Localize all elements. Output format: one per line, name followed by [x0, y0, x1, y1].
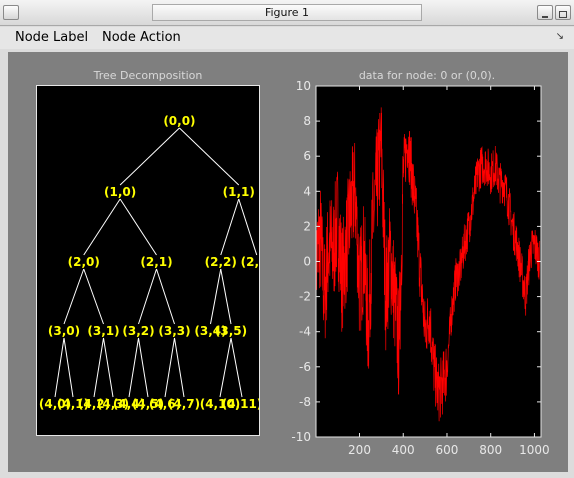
x-tick-label: 200	[348, 443, 371, 457]
x-tick-label: 400	[392, 443, 415, 457]
y-tick-label: -8	[299, 395, 311, 409]
y-tick-label: -4	[299, 325, 311, 339]
y-tick-label: -6	[299, 360, 311, 374]
y-tick-label: 6	[303, 149, 311, 163]
y-tick-label: 0	[303, 255, 311, 269]
y-tick-label: 4	[303, 184, 311, 198]
y-tick-label: 10	[296, 79, 311, 93]
plot-title: data for node: 0 or (0,0).	[359, 69, 495, 82]
y-tick-label: 2	[303, 219, 311, 233]
x-tick-label: 800	[479, 443, 502, 457]
y-tick-label: -2	[299, 290, 311, 304]
x-tick-label: 1000	[519, 443, 550, 457]
x-tick-label: 600	[436, 443, 459, 457]
y-tick-label: -10	[291, 430, 311, 444]
y-tick-label: 8	[303, 114, 311, 128]
signal-plot[interactable]: data for node: 0 or (0,0). 10 8 6 4 2 0 -2 -4 -6…	[0, 0, 574, 478]
plot-area	[316, 86, 541, 437]
